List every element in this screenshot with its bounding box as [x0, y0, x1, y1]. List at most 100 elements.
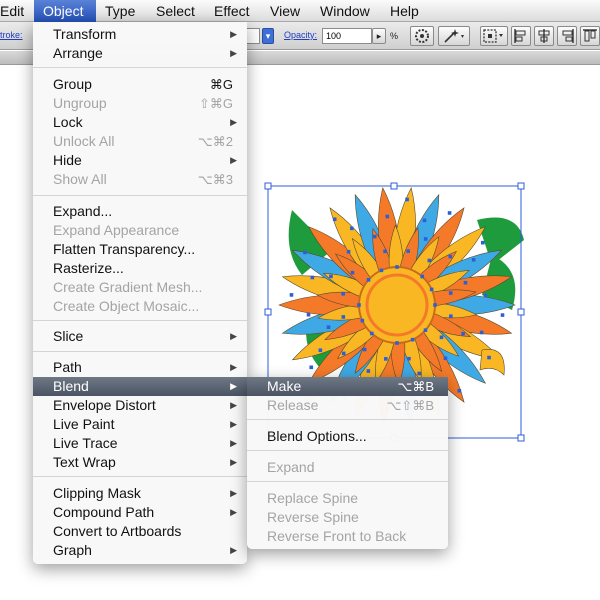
menu-item-path[interactable]: Path ▶	[33, 358, 247, 377]
menu-item-flatten-transparency[interactable]: Flatten Transparency...	[33, 240, 247, 259]
menu-item-unlock-all[interactable]: Unlock All ⌥⌘2	[33, 132, 247, 151]
menu-item-live-trace[interactable]: Live Trace ▶	[33, 434, 247, 453]
submenu-arrow-icon: ▶	[230, 331, 237, 341]
submenu-arrow-icon: ▶	[230, 117, 237, 127]
anchor-point	[479, 330, 484, 335]
align-left-icon	[514, 29, 526, 43]
anchor-point	[306, 312, 311, 317]
menu-item-group[interactable]: Group ⌘G	[33, 75, 247, 94]
submenu-arrow-icon: ▶	[230, 507, 237, 517]
stroke-weight-field[interactable]	[246, 28, 260, 44]
menu-item-arrange[interactable]: Arrange ▶	[33, 44, 247, 63]
menu-item-label: Lock	[53, 114, 83, 130]
menu-item-live-paint[interactable]: Live Paint ▶	[33, 415, 247, 434]
menu-window[interactable]: Window	[320, 0, 378, 22]
anchor-point	[433, 303, 437, 307]
blend-item-replace-spine[interactable]: Replace Spine	[247, 489, 448, 508]
blend-item-reverse-spine[interactable]: Reverse Spine	[247, 508, 448, 527]
align-right-button[interactable]	[557, 26, 577, 46]
anchor-point	[395, 341, 399, 345]
opacity-label[interactable]: Opacity:	[284, 30, 317, 40]
menu-item-expand-appearance[interactable]: Expand Appearance	[33, 221, 247, 240]
opacity-field[interactable]: 100	[322, 28, 372, 44]
align-to-selection-icon	[483, 29, 503, 43]
anchor-point	[427, 258, 432, 263]
menu-effect[interactable]: Effect	[214, 0, 260, 22]
anchor-point	[483, 293, 488, 298]
chevron-right-icon: ▸	[376, 31, 382, 41]
anchor-point	[410, 337, 415, 342]
menu-item-compound-path[interactable]: Compound Path ▶	[33, 503, 247, 522]
menu-bar: Edit Object Type Select Effect View Wind…	[0, 0, 600, 22]
menu-item-label: Hide	[53, 152, 82, 168]
menu-item-create-gradient-mesh[interactable]: Create Gradient Mesh...	[33, 278, 247, 297]
blend-item-expand[interactable]: Expand	[247, 458, 448, 477]
blend-item-blend-options[interactable]: Blend Options...	[247, 427, 448, 446]
selection-handle	[390, 182, 398, 190]
align-top-button[interactable]	[580, 26, 600, 46]
anchor-point	[480, 240, 485, 245]
anchor-point	[448, 254, 453, 259]
petal	[479, 348, 505, 376]
submenu-arrow-icon: ▶	[230, 362, 237, 372]
menu-item-transform[interactable]: Transform ▶	[33, 25, 247, 44]
menu-item-label: Reverse Spine	[267, 509, 359, 525]
submenu-arrow-icon: ▶	[230, 48, 237, 58]
menu-item-envelope-distort[interactable]: Envelope Distort ▶	[33, 396, 247, 415]
anchor-point	[417, 371, 422, 376]
anchor-point	[461, 331, 465, 336]
menu-item-hide[interactable]: Hide ▶	[33, 151, 247, 170]
anchor-point	[407, 356, 411, 361]
align-center-button[interactable]	[534, 26, 554, 46]
menu-help[interactable]: Help	[390, 0, 430, 22]
menu-item-shortcut: ⌘G	[209, 77, 233, 92]
anchor-point	[341, 315, 346, 319]
menu-item-label: Make	[267, 378, 302, 394]
menu-item-text-wrap[interactable]: Text Wrap ▶	[33, 453, 247, 472]
blend-item-reverse-front-to-back[interactable]: Reverse Front to Back	[247, 527, 448, 546]
menu-item-lock[interactable]: Lock ▶	[33, 113, 247, 132]
menu-item-slice[interactable]: Slice ▶	[33, 327, 247, 346]
blend-item-release[interactable]: Release ⌥⇧⌘B	[247, 396, 448, 415]
menu-edit[interactable]: Edit	[0, 0, 32, 22]
anchor-point	[429, 287, 434, 292]
menu-item-clipping-mask[interactable]: Clipping Mask ▶	[33, 484, 247, 503]
menu-item-label: Release	[267, 397, 319, 413]
menu-separator	[247, 481, 448, 482]
menu-item-expand[interactable]: Expand...	[33, 202, 247, 221]
submenu-arrow-icon: ▶	[230, 545, 237, 555]
menu-type[interactable]: Type	[105, 0, 145, 22]
menu-view[interactable]: View	[270, 0, 310, 22]
anchor-point	[405, 197, 409, 202]
opacity-arrow-button[interactable]: ▸	[372, 28, 386, 44]
menu-separator	[33, 67, 247, 68]
selection-handle	[517, 182, 525, 190]
menu-item-convert-to-artboards[interactable]: Convert to Artboards	[33, 522, 247, 541]
menu-item-show-all[interactable]: Show All ⌥⌘3	[33, 170, 247, 189]
anchor-point	[372, 234, 377, 239]
stroke-dropdown[interactable]: ▾	[262, 28, 274, 44]
align-to-button[interactable]	[480, 26, 508, 46]
menu-item-rasterize[interactable]: Rasterize...	[33, 259, 247, 278]
anchor-point	[385, 214, 390, 219]
menu-item-blend[interactable]: Blend ▶	[33, 377, 247, 396]
stroke-label[interactable]: troke:	[0, 30, 23, 40]
anchor-point	[422, 218, 427, 223]
menu-object[interactable]: Object	[34, 0, 96, 22]
menu-item-graph[interactable]: Graph ▶	[33, 541, 247, 560]
select-similar-button[interactable]	[438, 26, 470, 46]
blend-item-make[interactable]: Make ⌥⌘B	[247, 377, 448, 396]
anchor-point	[310, 275, 315, 280]
menu-item-label: Clipping Mask	[53, 485, 141, 501]
menu-item-ungroup[interactable]: Ungroup ⇧⌘G	[33, 94, 247, 113]
menu-item-shortcut: ⌥⌘2	[197, 134, 233, 149]
align-left-button[interactable]	[511, 26, 531, 46]
menu-item-create-object-mosaic[interactable]: Create Object Mosaic...	[33, 297, 247, 316]
align-right-icon	[562, 29, 574, 43]
magic-wand-icon	[444, 29, 464, 43]
recolor-artwork-button[interactable]	[410, 26, 434, 46]
menu-item-shortcut: ⌥⌘3	[197, 172, 233, 187]
anchor-point	[448, 291, 453, 295]
object-menu: Transform ▶ Arrange ▶ Group ⌘G Ungroup ⇧⌘G Lock ▶…	[33, 22, 247, 564]
menu-select[interactable]: Select	[156, 0, 202, 22]
